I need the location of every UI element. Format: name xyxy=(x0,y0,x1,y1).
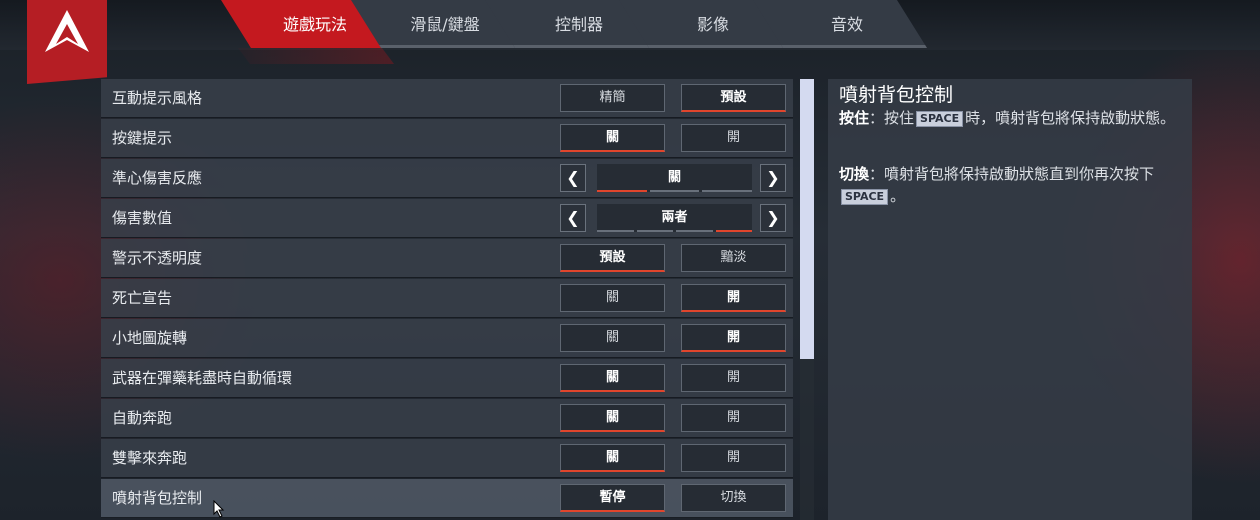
term-hold: 按住 xyxy=(839,109,870,127)
setting-label: 按鍵提示 xyxy=(112,129,173,147)
space-key-badge: SPACE xyxy=(916,111,964,127)
option-button[interactable]: 開 xyxy=(681,284,786,312)
option-button[interactable]: 黯淡 xyxy=(681,244,786,272)
option-button[interactable]: 關 xyxy=(560,444,665,472)
description-hold: 按住：按住 SPACE 時，噴射背包將保持啟動狀態。 xyxy=(839,107,1181,129)
tab-label: 控制器 xyxy=(554,14,603,34)
desc-text: 時，噴射背包將保持啟動狀態。 xyxy=(965,109,1176,127)
setting-label: 自動奔跑 xyxy=(112,409,173,427)
chevron-left-icon[interactable]: ❮ xyxy=(560,204,586,232)
option-button[interactable]: 開 xyxy=(681,124,786,152)
option-button[interactable]: 暫停 xyxy=(560,484,665,512)
desc-text: ：按住 xyxy=(869,109,915,127)
setting-row[interactable]: 按鍵提示 關開 xyxy=(101,119,793,158)
apex-logo-icon xyxy=(45,10,89,52)
setting-row[interactable]: 準心傷害反應 ❮ 關 ❯ xyxy=(101,159,793,198)
setting-label: 噴射背包控制 xyxy=(112,489,203,507)
setting-row[interactable]: 警示不透明度 預設 黯淡 xyxy=(101,239,793,278)
setting-row[interactable]: 雙擊來奔跑 關開 xyxy=(101,439,793,478)
option-button[interactable]: 關 xyxy=(560,284,665,312)
chevron-right-icon[interactable]: ❯ xyxy=(760,164,786,192)
setting-row[interactable]: 傷害數值 ❮ 兩者 ❯ xyxy=(101,199,793,238)
cycle-segment xyxy=(676,230,713,232)
tab-label: 音效 xyxy=(830,14,863,34)
tab-audio[interactable]: 音效 xyxy=(753,0,927,48)
cycle-segment xyxy=(715,230,752,232)
option-button[interactable]: 精簡 xyxy=(560,84,665,112)
option-button[interactable]: 預設 xyxy=(681,84,786,112)
setting-row[interactable]: 小地圖旋轉 關開 xyxy=(101,319,793,358)
setting-row[interactable]: 自動奔跑 關開 xyxy=(101,399,793,438)
cycle-segment xyxy=(649,190,700,192)
space-key-badge: SPACE xyxy=(841,189,889,205)
setting-row[interactable]: 武器在彈藥耗盡時自動循環 關開 xyxy=(101,359,793,398)
option-button[interactable]: 開 xyxy=(681,324,786,352)
setting-label: 死亡宣告 xyxy=(112,289,173,307)
option-button[interactable]: 關 xyxy=(560,364,665,392)
setting-row[interactable]: 死亡宣告 關開 xyxy=(101,279,793,318)
cycle-value: 兩者 xyxy=(597,204,752,232)
setting-label: 傷害數值 xyxy=(112,209,173,227)
option-button[interactable]: 預設 xyxy=(560,244,665,272)
option-button[interactable]: 關 xyxy=(560,124,665,152)
setting-row[interactable]: 噴射背包控制 暫停 切換 xyxy=(101,479,793,518)
mouse-pointer-icon xyxy=(213,500,225,518)
setting-label: 警示不透明度 xyxy=(112,249,203,267)
cycle-value: 關 xyxy=(597,164,752,192)
option-button[interactable]: 開 xyxy=(681,444,786,472)
option-button[interactable]: 開 xyxy=(681,364,786,392)
description-toggle: 切換：噴射背包將保持啟動狀態直到你再次按下 SPACE。 xyxy=(839,163,1181,207)
setting-label: 武器在彈藥耗盡時自動循環 xyxy=(112,369,293,387)
setting-label: 小地圖旋轉 xyxy=(112,329,188,347)
cycle-segment xyxy=(702,190,753,192)
option-button[interactable]: 關 xyxy=(560,324,665,352)
option-button[interactable]: 開 xyxy=(681,404,786,432)
apex-logo xyxy=(27,0,107,84)
cycle-segment xyxy=(636,230,673,232)
cycle-indicator xyxy=(597,230,752,232)
tab-label: 滑鼠/鍵盤 xyxy=(410,14,480,34)
option-button[interactable]: 關 xyxy=(560,404,665,432)
cycle-segment xyxy=(597,190,647,192)
cycle-indicator xyxy=(597,190,753,192)
setting-row[interactable]: 互動提示風格 精簡 預設 xyxy=(101,79,793,118)
tab-label: 影像 xyxy=(696,14,729,34)
term-toggle: 切換 xyxy=(839,165,870,183)
desc-text: 。 xyxy=(890,187,906,205)
scrollbar-thumb[interactable] xyxy=(800,79,814,359)
desc-text: ：噴射背包將保持啟動狀態直到你再次按下 xyxy=(869,165,1155,183)
setting-label: 準心傷害反應 xyxy=(112,169,203,187)
option-button[interactable]: 切換 xyxy=(681,484,786,512)
tab-label: 遊戲玩法 xyxy=(282,14,347,34)
chevron-left-icon[interactable]: ❮ xyxy=(560,164,586,192)
cycle-segment xyxy=(597,230,634,232)
settings-list: 互動提示風格 精簡 預設 按鍵提示關開準心傷害反應 ❮ 關 ❯ 傷害數值 ❮ 兩者 ❯ 警示不透明度預… xyxy=(101,79,793,520)
setting-label: 雙擊來奔跑 xyxy=(112,449,188,467)
active-tab-shadow xyxy=(238,48,394,64)
description-panel: 噴射背包控制 按住：按住 SPACE 時，噴射背包將保持啟動狀態。 切換：噴射背包將… xyxy=(828,79,1192,520)
description-title: 噴射背包控制 xyxy=(839,84,954,106)
chevron-right-icon[interactable]: ❯ xyxy=(760,204,786,232)
setting-label: 互動提示風格 xyxy=(112,89,203,107)
